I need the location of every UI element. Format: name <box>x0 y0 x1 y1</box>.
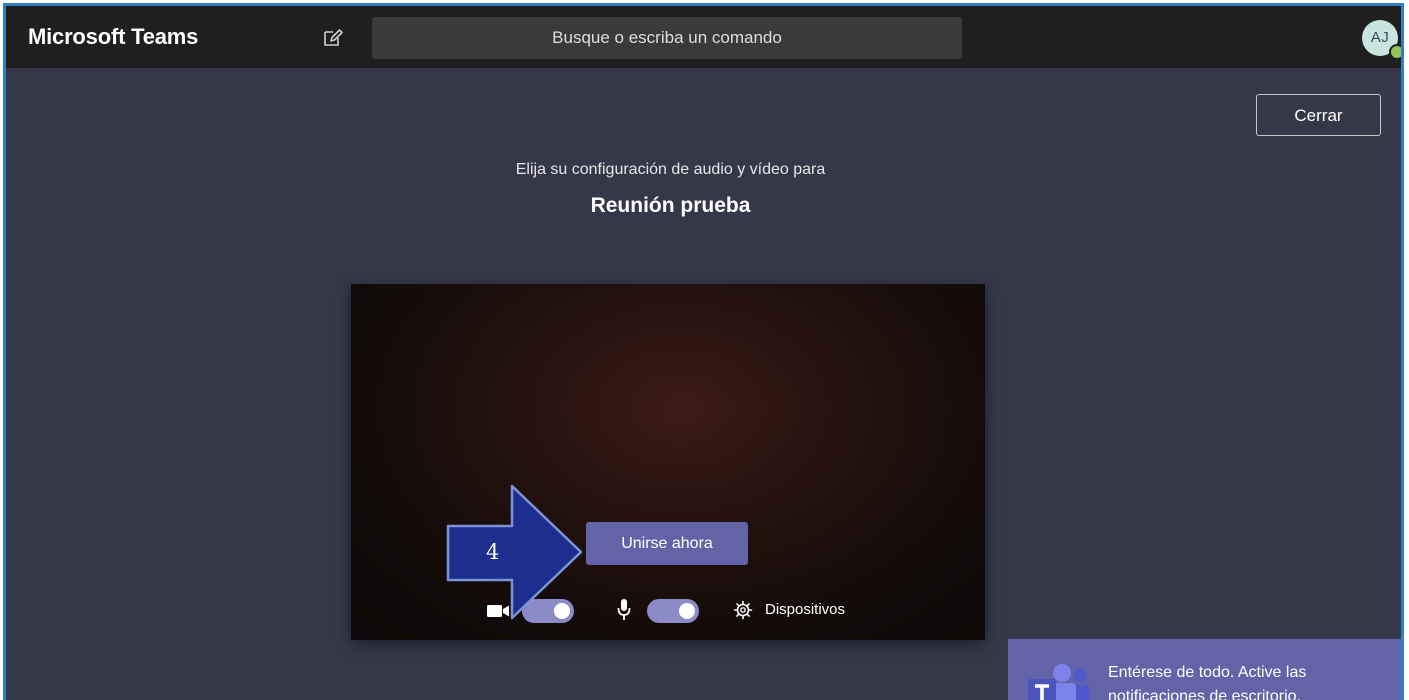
arrow-icon <box>446 484 583 620</box>
devices-button[interactable]: Dispositivos <box>765 601 845 618</box>
prejoin-subtitle: Elija su configuración de audio y vídeo … <box>515 161 826 178</box>
notification-toast[interactable]: Entérese de todo. Active las notificacio… <box>1008 639 1401 700</box>
toast-message: Entérese de todo. Active las notificacio… <box>1108 664 1307 700</box>
close-button[interactable]: Cerrar <box>1256 94 1381 136</box>
teams-window: Microsoft Teams Busque o escriba un coma… <box>3 3 1404 700</box>
microphone-toggle[interactable] <box>647 599 699 623</box>
gear-icon[interactable] <box>733 600 753 620</box>
join-now-button[interactable]: Unirse ahora <box>586 522 748 565</box>
search-input[interactable]: Busque o escriba un comando <box>372 17 962 59</box>
step-number: 4 <box>486 540 500 564</box>
meeting-title: Reunión prueba <box>590 194 751 217</box>
microphone-icon <box>616 598 632 622</box>
teams-logo-icon <box>1028 663 1090 700</box>
compose-icon[interactable] <box>322 28 344 48</box>
title-bar: Microsoft Teams Busque o escriba un coma… <box>6 6 1401 68</box>
presence-available-icon <box>1389 44 1401 60</box>
microphone-toggle-knob <box>679 603 695 619</box>
app-title: Microsoft Teams <box>28 24 199 49</box>
